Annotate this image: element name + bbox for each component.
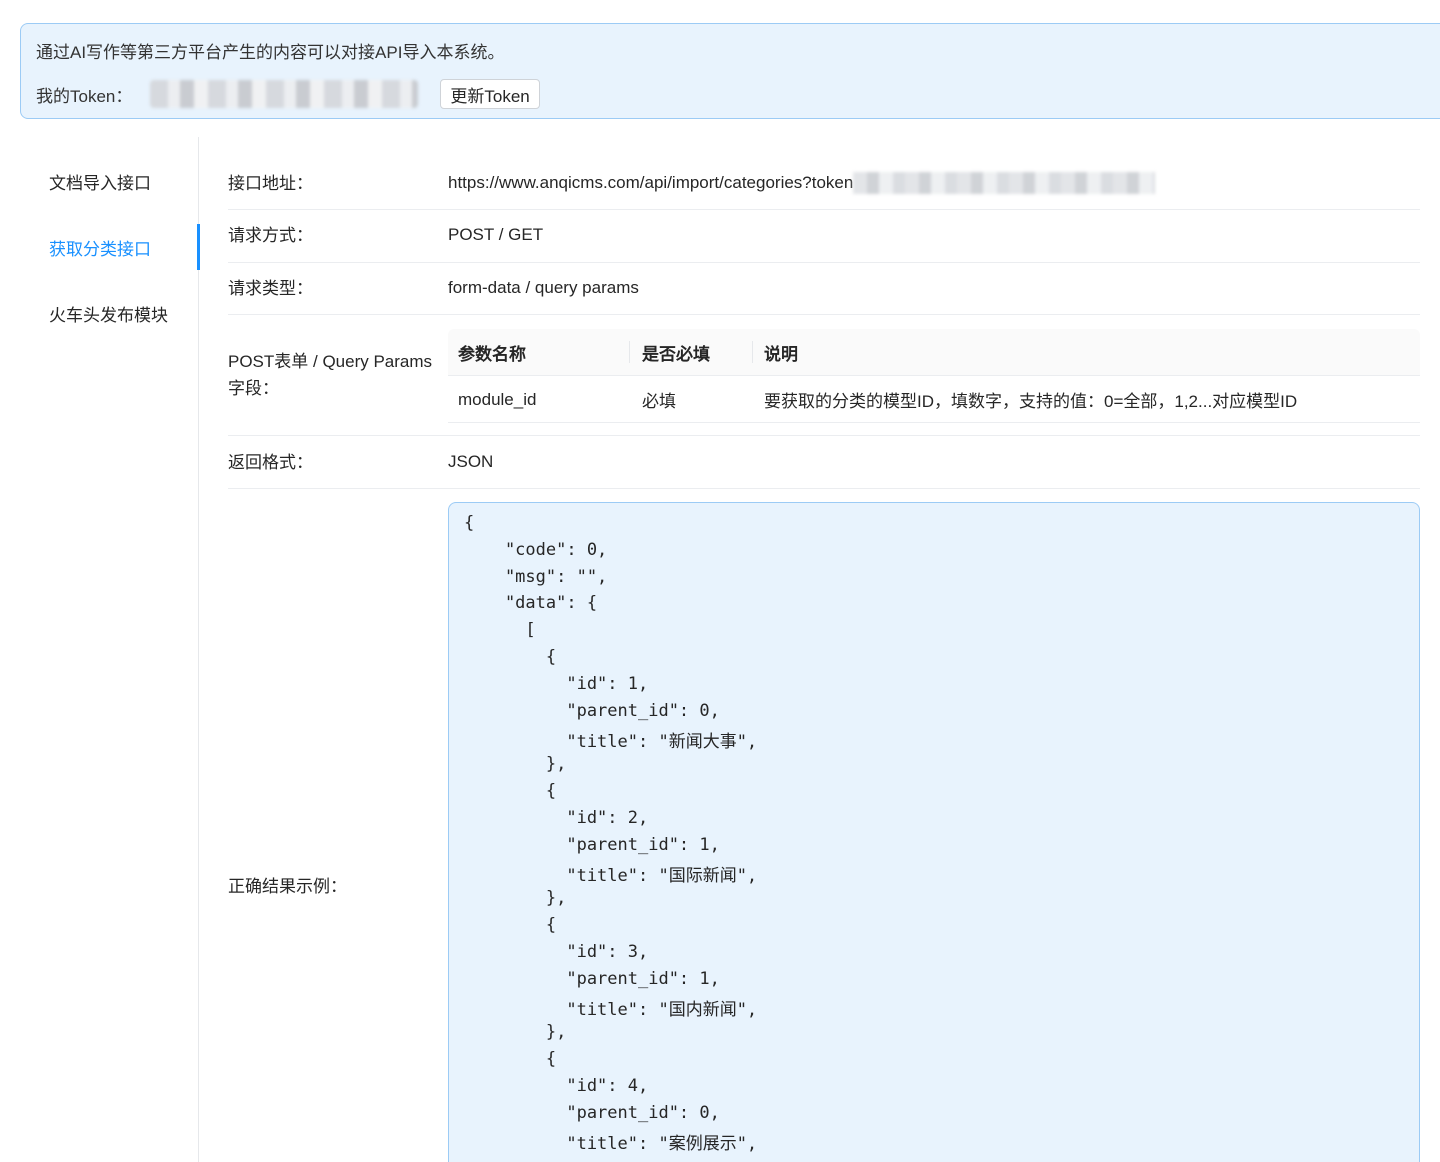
fields-row: POST表单 / Query Params 字段： 参数名称 是否必填 说明 m… [228, 315, 1420, 436]
code-line: { [464, 915, 557, 935]
code-line: "id": 3, [464, 941, 649, 962]
method-label: 请求方式： [228, 226, 313, 245]
type-value: form-data / query params [448, 278, 639, 297]
cell-required: 必填 [642, 392, 676, 411]
fields-label-line2: 字段： [228, 379, 279, 398]
url-token-redacted [853, 172, 1156, 194]
table-header-row: 参数名称 是否必填 说明 [448, 329, 1420, 376]
code-line: "parent_id": 1, [464, 968, 720, 989]
alert-message: 通过AI写作等第三方平台产生的内容可以对接API导入本系统。 [36, 43, 505, 62]
fields-label-line1: POST表单 / Query Params [228, 352, 433, 371]
code-line: "code": 0, [464, 539, 608, 560]
json-example-block: { "code": 0, "msg": "", "data": { [ { "i… [448, 502, 1420, 1162]
method-value: POST / GET [448, 225, 544, 244]
cell-description: 要获取的分类的模型ID，填数字，支持的值：0=全部，1,2...对应模型ID [764, 392, 1298, 411]
code-line: }, [464, 1022, 567, 1043]
api-url: https://www.anqicms.com/api/import/categ… [448, 173, 854, 192]
url-value: https://www.anqicms.com/api/import/categ… [448, 172, 1156, 194]
code-line: "parent_id": 1, [464, 834, 720, 855]
code-line: [ [464, 620, 536, 641]
header-param-name: 参数名称 [458, 345, 526, 364]
code-line: "msg": "", [464, 566, 608, 587]
code-line: { [464, 513, 475, 533]
code-line: "id": 1, [464, 673, 649, 694]
code-line: }, [464, 754, 567, 775]
method-row: 请求方式： POST / GET [228, 210, 1420, 263]
header-description: 说明 [764, 345, 798, 364]
info-alert: 通过AI写作等第三方平台产生的内容可以对接API导入本系统。 我的Token： … [20, 23, 1440, 119]
sidebar-item-doc-import[interactable]: 文档导入接口 [0, 158, 199, 204]
sidebar: 文档导入接口 获取分类接口 火车头发布模块 [0, 137, 200, 1162]
sidebar-item-get-categories[interactable]: 获取分类接口 [0, 224, 200, 270]
code-line: { [464, 1049, 557, 1069]
code-line: "id": 2, [464, 807, 649, 828]
token-label: 我的Token： [36, 86, 133, 106]
code-line: "title": "国内新闻", [464, 1000, 758, 1021]
sidebar-item-locomotive-module[interactable]: 火车头发布模块 [0, 290, 199, 336]
code-line: "data": { [464, 593, 598, 614]
header-divider [752, 341, 753, 363]
example-label: 正确结果示例： [228, 877, 347, 896]
token-row: 我的Token： 更新Token [36, 79, 540, 109]
code-line: "id": 4, [464, 1075, 649, 1096]
header-required: 是否必填 [642, 345, 710, 364]
params-table: 参数名称 是否必填 说明 module_id 必填 要获取的分类的模型ID，填数… [448, 329, 1420, 423]
code-line: "title": "国际新闻", [464, 866, 758, 887]
code-line: { [464, 781, 557, 801]
cell-param-name: module_id [458, 389, 537, 409]
code-line: { [464, 647, 557, 667]
refresh-token-button[interactable]: 更新Token [440, 79, 540, 109]
type-row: 请求类型： form-data / query params [228, 263, 1420, 315]
table-row: module_id 必填 要获取的分类的模型ID，填数字，支持的值：0=全部，1… [448, 376, 1420, 423]
token-value-redacted [150, 80, 419, 108]
format-label: 返回格式： [228, 453, 313, 472]
code-line: "title": "案例展示", [464, 1134, 758, 1155]
format-value: JSON [448, 452, 494, 471]
code-line: "parent_id": 0, [464, 1102, 720, 1123]
code-line: "parent_id": 0, [464, 700, 720, 721]
fields-label: POST表单 / Query Params 字段： [228, 348, 432, 402]
format-row: 返回格式： JSON [228, 436, 1420, 489]
url-label: 接口地址： [228, 174, 313, 193]
code-line: }, [464, 888, 567, 909]
code-line: "title": "新闻大事", [464, 732, 758, 753]
url-row: 接口地址： https://www.anqicms.com/api/import… [228, 157, 1420, 210]
type-label: 请求类型： [228, 279, 313, 298]
header-divider [629, 341, 630, 363]
